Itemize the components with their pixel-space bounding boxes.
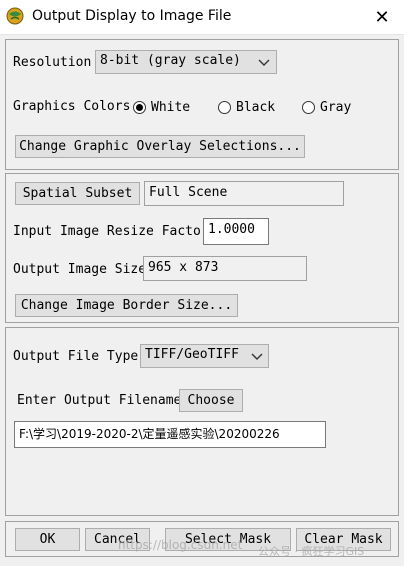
resize-factor-input[interactable]: 1.0000	[203, 218, 269, 245]
radio-black[interactable]	[218, 101, 231, 114]
spatial-subset-button[interactable]: Spatial Subset	[15, 182, 140, 205]
change-overlay-button[interactable]: Change Graphic Overlay Selections...	[15, 135, 305, 158]
envi-globe-icon	[6, 7, 24, 25]
spatial-subset-field: Full Scene	[144, 181, 344, 206]
output-file-panel: Output File Type TIFF/GeoTIFF Enter Outp…	[5, 327, 399, 516]
resize-factor-label: Input Image Resize Factor	[13, 224, 209, 239]
subset-panel: Spatial Subset Full Scene Input Image Re…	[5, 173, 399, 323]
resolution-label: Resolution	[13, 55, 92, 70]
output-filename-input[interactable]: F:\学习\2019-2020-2\定量遥感实验\20200226	[14, 421, 326, 448]
resolution-select[interactable]: 8-bit (gray scale)	[95, 50, 277, 74]
graphics-colors-label: Graphics Colors	[13, 99, 131, 114]
radio-gray-label[interactable]: Gray	[320, 100, 351, 115]
title-bar: Output Display to Image File ✕	[0, 0, 404, 35]
display-settings-panel: Resolution 8-bit (gray scale) Graphics C…	[5, 39, 399, 170]
filename-label: Enter Output Filename	[17, 393, 182, 408]
choose-button[interactable]: Choose	[179, 389, 243, 412]
radio-white-label[interactable]: White	[151, 100, 190, 115]
output-size-label: Output Image Size	[13, 262, 147, 277]
ok-button[interactable]: OK	[15, 528, 80, 551]
watermark-url: https://blog.csdn.net	[118, 538, 243, 552]
radio-black-label[interactable]: Black	[236, 100, 275, 115]
file-type-value: TIFF/GeoTIFF	[145, 347, 239, 362]
window-title: Output Display to Image File	[32, 8, 232, 24]
watermark-wechat: 公众号 · 疯狂学习GIS	[258, 545, 365, 558]
output-size-field: 965 x 873	[143, 256, 307, 281]
file-type-label: Output File Type	[13, 349, 139, 364]
close-icon: ✕	[374, 6, 390, 28]
chevron-down-icon	[251, 353, 263, 360]
change-border-button[interactable]: Change Image Border Size...	[15, 294, 238, 317]
radio-gray[interactable]	[302, 101, 315, 114]
chevron-down-icon	[258, 59, 270, 66]
resolution-value: 8-bit (gray scale)	[100, 53, 241, 68]
file-type-select[interactable]: TIFF/GeoTIFF	[140, 344, 269, 368]
radio-white[interactable]	[133, 101, 146, 114]
close-button[interactable]: ✕	[360, 0, 404, 34]
